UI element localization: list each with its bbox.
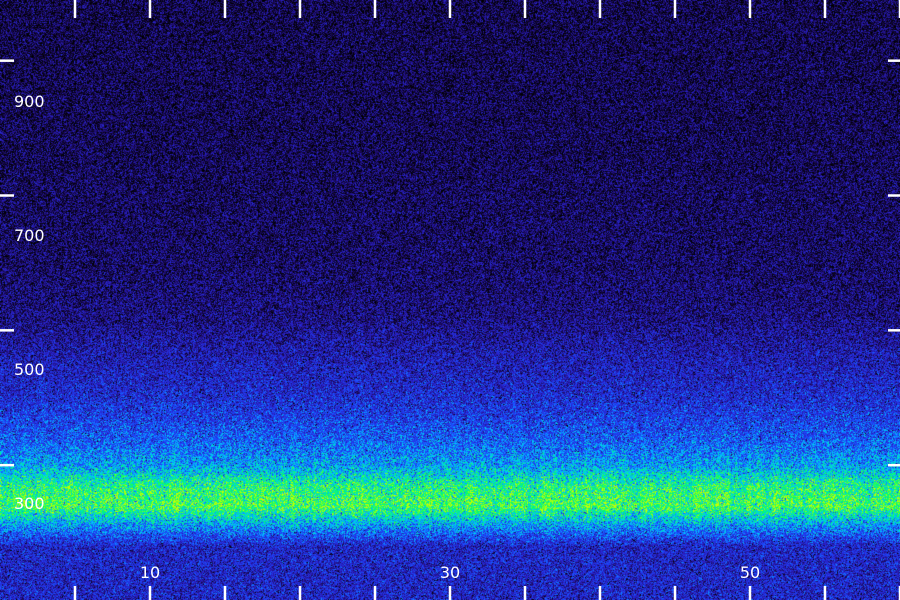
y-tick-label-500: 500	[14, 360, 45, 379]
y-tick-label-900: 900	[14, 92, 45, 111]
top-tick-marks	[73, 0, 900, 18]
x-tick-label-10: 10	[140, 563, 160, 582]
x-tick-label-50: 50	[740, 563, 760, 582]
y-tick-label-700: 700	[14, 226, 45, 245]
x-tick-label-30: 30	[440, 563, 460, 582]
bottom-tick-marks	[73, 586, 900, 600]
right-tick-marks	[888, 59, 900, 467]
spectrogram-axes: 900 700 500 300 10 30 50	[0, 0, 900, 600]
y-tick-label-300: 300	[14, 494, 45, 513]
left-tick-marks	[0, 59, 14, 467]
